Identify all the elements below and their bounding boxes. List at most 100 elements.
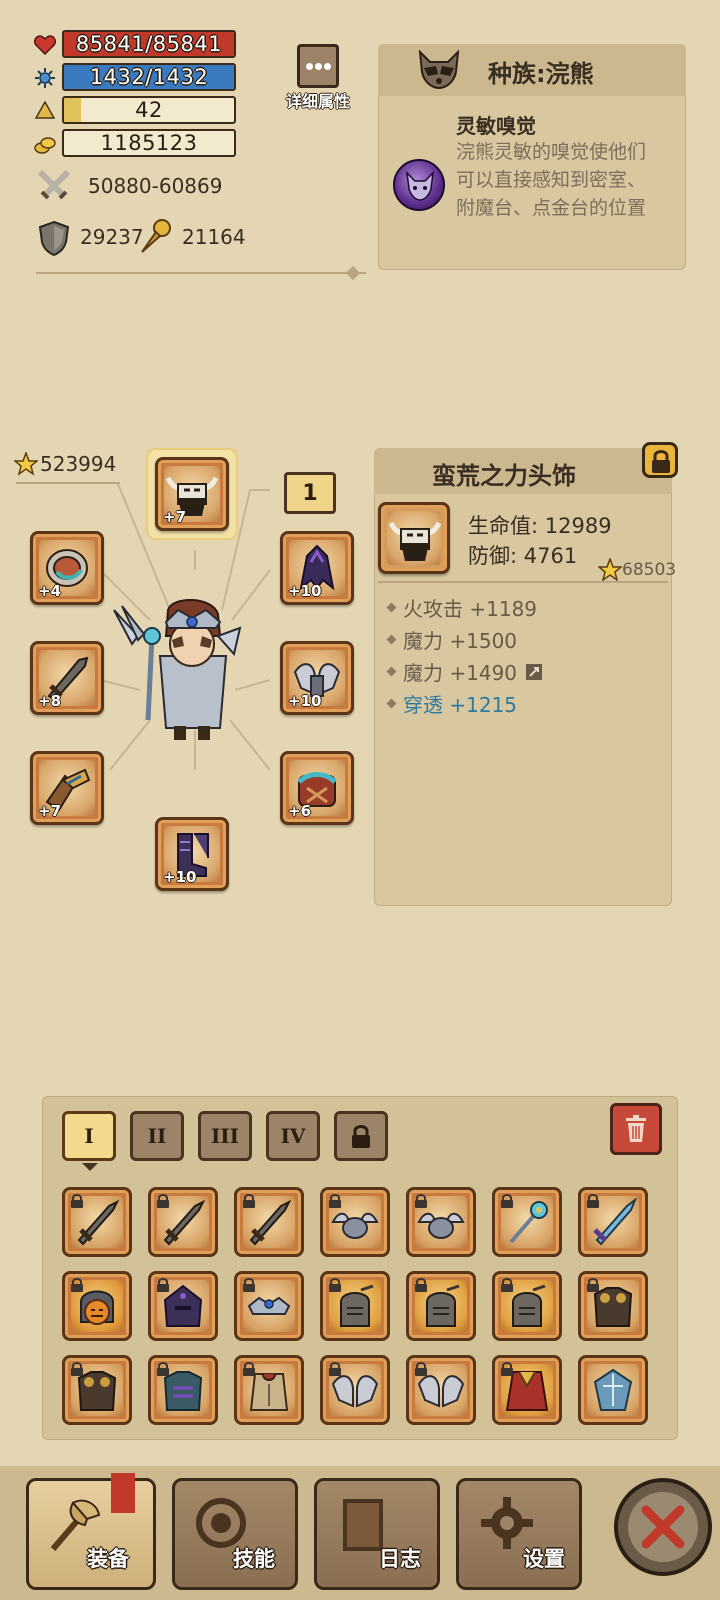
inventory-slot[interactable] bbox=[406, 1187, 476, 1257]
inventory-slot[interactable] bbox=[406, 1355, 476, 1425]
inventory-slot[interactable] bbox=[320, 1355, 390, 1425]
affix-text: 穿透 +1215 bbox=[403, 693, 518, 717]
mana-bar: 1432/1432 bbox=[62, 63, 236, 91]
race-title: 种族:浣熊 bbox=[488, 60, 594, 88]
item-def: 防御: 4761 bbox=[468, 544, 578, 568]
gold-coins-icon bbox=[34, 137, 56, 154]
nav-settings-label: 设置 bbox=[523, 1547, 565, 1571]
crossed-swords-icon bbox=[37, 169, 71, 200]
inventory-slot[interactable] bbox=[62, 1271, 132, 1341]
lock-icon bbox=[71, 1194, 83, 1208]
inventory-tab-locked[interactable] bbox=[334, 1111, 388, 1161]
close-button[interactable] bbox=[614, 1478, 712, 1576]
level-row: 42 bbox=[34, 96, 244, 126]
inventory-slot[interactable] bbox=[234, 1355, 304, 1425]
mana-icon bbox=[35, 68, 55, 88]
defense-value: 29237 bbox=[80, 225, 144, 249]
nav-skills-button[interactable]: 技能 bbox=[172, 1478, 298, 1590]
inventory-slot[interactable] bbox=[578, 1355, 648, 1425]
item-divider bbox=[378, 581, 668, 583]
close-icon bbox=[641, 1505, 685, 1549]
equip-slot-boots[interactable]: +10 bbox=[155, 817, 229, 891]
inventory-slot[interactable] bbox=[492, 1187, 562, 1257]
divider bbox=[36, 272, 366, 274]
inventory-tab-4[interactable]: IV bbox=[266, 1111, 320, 1161]
nav-log-button[interactable]: 日志 bbox=[314, 1478, 440, 1590]
slot-plus: +4 bbox=[38, 582, 62, 600]
power-value: 21164 bbox=[182, 225, 246, 249]
slot-plus: +8 bbox=[38, 692, 62, 710]
inventory-slot[interactable] bbox=[62, 1187, 132, 1257]
slot-plus: +10 bbox=[288, 582, 322, 600]
inventory-slot[interactable] bbox=[148, 1271, 218, 1341]
lock-icon bbox=[329, 1278, 341, 1292]
lock-icon bbox=[415, 1362, 427, 1376]
raccoon-skill-icon bbox=[405, 170, 435, 201]
item-hp: 生命值: 12989 bbox=[468, 514, 612, 538]
equip-slot-helmet[interactable]: +7 bbox=[155, 457, 229, 531]
lock-icon bbox=[501, 1278, 513, 1292]
inventory-slot[interactable] bbox=[578, 1187, 648, 1257]
item-title: 蛮荒之力头饰 bbox=[432, 462, 576, 490]
affix-line: 魔力 +1500 bbox=[386, 625, 518, 654]
lock-icon bbox=[652, 450, 670, 473]
power-icon bbox=[141, 219, 171, 253]
item-score: 68503 bbox=[622, 560, 677, 580]
inventory-slot[interactable] bbox=[234, 1271, 304, 1341]
lock-icon bbox=[157, 1278, 169, 1292]
star-icon bbox=[598, 558, 622, 582]
inventory-slot[interactable] bbox=[62, 1355, 132, 1425]
trash-button[interactable] bbox=[610, 1103, 662, 1155]
inventory-slot[interactable] bbox=[320, 1187, 390, 1257]
inventory-slot[interactable] bbox=[492, 1355, 562, 1425]
inventory-slot[interactable] bbox=[492, 1271, 562, 1341]
nav-skills-label: 技能 bbox=[233, 1547, 275, 1571]
hero-character[interactable] bbox=[108, 596, 248, 746]
mana-value: 1432/1432 bbox=[89, 65, 209, 89]
equip-slot-gloves[interactable]: +7 bbox=[30, 751, 104, 825]
lock-icon bbox=[587, 1278, 599, 1292]
raccoon-icon bbox=[418, 50, 460, 90]
bullet-diamond-icon bbox=[386, 634, 397, 645]
bullet-diamond-icon bbox=[386, 698, 397, 709]
affix-text: 火攻击 +1189 bbox=[403, 597, 538, 621]
inventory-tab-2[interactable]: II bbox=[130, 1111, 184, 1161]
inventory-slot[interactable] bbox=[320, 1271, 390, 1341]
inventory-slot[interactable] bbox=[406, 1271, 476, 1341]
equip-slot-bracer[interactable]: +4 bbox=[30, 531, 104, 605]
trash-icon bbox=[626, 1115, 646, 1142]
item-detail-icon bbox=[378, 502, 450, 574]
inventory-tab-1[interactable]: I bbox=[62, 1111, 116, 1161]
enchant-icon[interactable] bbox=[525, 663, 543, 681]
slot-plus: +6 bbox=[288, 802, 312, 820]
equip-slot-shoulders[interactable]: +10 bbox=[280, 641, 354, 715]
level-value: 42 bbox=[135, 98, 163, 122]
equip-slot-belt[interactable]: +6 bbox=[280, 751, 354, 825]
gold-bar: 1185123 bbox=[62, 129, 236, 157]
affix-text: 魔力 +1500 bbox=[403, 629, 518, 653]
xp-bar: 42 bbox=[62, 96, 236, 124]
hp-bar: 85841/85841 bbox=[62, 30, 236, 58]
inventory-tab-3[interactable]: III bbox=[198, 1111, 252, 1161]
race-skill-icon[interactable] bbox=[393, 159, 445, 211]
heart-icon bbox=[34, 35, 56, 55]
lock-icon bbox=[243, 1362, 255, 1376]
affix-line-special: 穿透 +1215 bbox=[386, 689, 518, 718]
item-lock-button[interactable] bbox=[642, 442, 678, 478]
race-skill-name: 灵敏嗅觉 bbox=[456, 114, 536, 138]
detail-attributes-button[interactable]: 详细属性 bbox=[280, 44, 356, 116]
lock-icon bbox=[157, 1362, 169, 1376]
affix-text: 魔力 +1490 bbox=[403, 661, 518, 685]
inventory-slot[interactable] bbox=[148, 1187, 218, 1257]
nav-equip-button[interactable]: 装备 bbox=[26, 1473, 156, 1590]
loadout-badge[interactable]: 1 bbox=[284, 472, 336, 514]
nav-settings-button[interactable]: 设置 bbox=[456, 1478, 582, 1590]
equip-slot-weapon[interactable]: +8 bbox=[30, 641, 104, 715]
equip-slot-cape[interactable]: +10 bbox=[280, 531, 354, 605]
divider-ornament-icon bbox=[345, 265, 361, 281]
lock-icon bbox=[157, 1194, 169, 1208]
inventory-slot[interactable] bbox=[234, 1187, 304, 1257]
inventory-slot[interactable] bbox=[148, 1355, 218, 1425]
hp-row: 85841/85841 bbox=[34, 30, 244, 60]
inventory-slot[interactable] bbox=[578, 1271, 648, 1341]
